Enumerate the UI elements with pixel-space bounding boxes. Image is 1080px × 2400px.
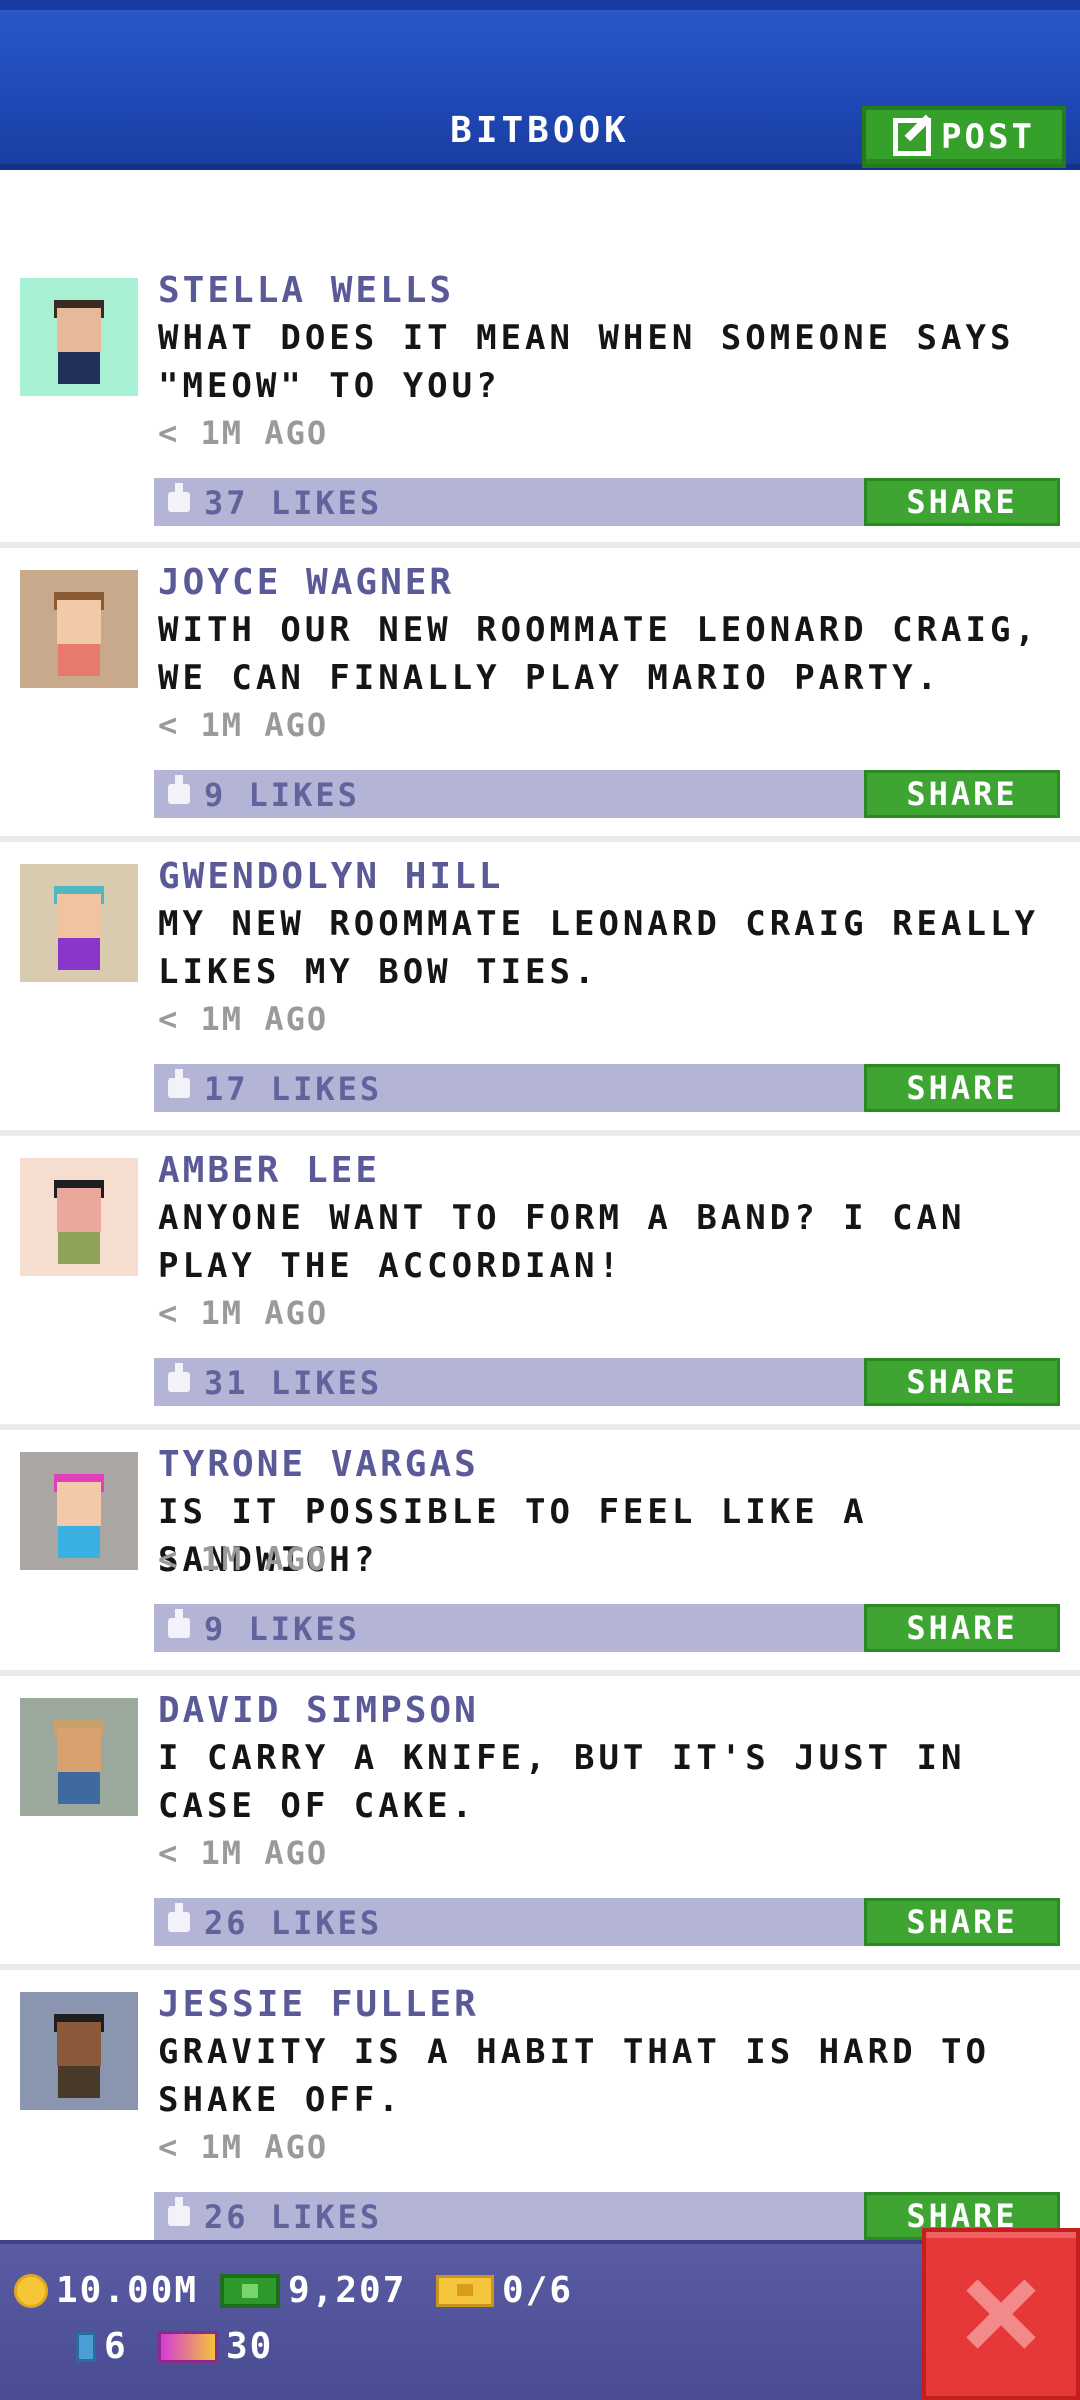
post-author[interactable]: DAVID SIMPSON — [158, 1690, 479, 1731]
share-button[interactable]: SHARE — [864, 1358, 1060, 1406]
likes-bar: 37 LIKES SHARE — [154, 478, 1060, 526]
edit-icon — [893, 118, 932, 156]
post-author[interactable]: TYRONE VARGAS — [158, 1444, 479, 1485]
close-icon — [966, 2279, 1036, 2349]
thumbs-up-icon — [168, 2197, 190, 2226]
vip-icon — [158, 2330, 218, 2363]
bux-value: 9,207 — [288, 2270, 407, 2311]
share-button[interactable]: SHARE — [864, 770, 1060, 818]
post-time: < 1M AGO — [158, 414, 329, 452]
post-author[interactable]: GWENDOLYN HILL — [158, 856, 503, 897]
feed-post: DAVID SIMPSON I CARRY A KNIFE, BUT IT'S … — [0, 1676, 1080, 1970]
coins-stat: 10.00M — [14, 2270, 198, 2311]
avatar — [20, 570, 138, 688]
close-button[interactable] — [922, 2228, 1080, 2400]
post-author[interactable]: STELLA WELLS — [158, 270, 454, 311]
feed-list[interactable]: STELLA WELLS WHAT DOES IT MEAN WHEN SOME… — [0, 170, 1080, 2240]
thumbs-up-icon — [168, 1363, 190, 1392]
likes-count: 9 LIKES — [204, 776, 360, 814]
post-button[interactable]: POST — [862, 106, 1066, 168]
share-button[interactable]: SHARE — [864, 1604, 1060, 1652]
vip-value: 30 — [226, 2326, 274, 2367]
post-message: ANYONE WANT TO FORM A BAND? I CAN PLAY T… — [158, 1198, 966, 1286]
feed-post: AMBER LEE ANYONE WANT TO FORM A BAND? I … — [0, 1136, 1080, 1430]
feed-post: JOYCE WAGNER WITH OUR NEW ROOMMATE LEONA… — [0, 548, 1080, 842]
post-message: MY NEW ROOMMATE LEONARD CRAIG REALLY LIK… — [158, 904, 1039, 992]
feed-post: JESSIE FULLER GRAVITY IS A HABIT THAT IS… — [0, 1970, 1080, 2240]
tickets-value: 0/6 — [502, 2270, 574, 2311]
feed-post: GWENDOLYN HILL MY NEW ROOMMATE LEONARD C… — [0, 842, 1080, 1136]
likes-bar: 31 LIKES SHARE — [154, 1358, 1060, 1406]
share-button[interactable]: SHARE — [864, 1898, 1060, 1946]
coin-icon — [14, 2273, 48, 2308]
likes-count: 9 LIKES — [204, 1610, 360, 1648]
likes-bar: 26 LIKES SHARE — [154, 1898, 1060, 1946]
post-message: GRAVITY IS A HABIT THAT IS HARD TO SHAKE… — [158, 2032, 990, 2120]
avatar — [20, 864, 138, 982]
post-time: < 1M AGO — [158, 2128, 329, 2166]
token-icon — [76, 2331, 96, 2362]
tokens-value: 6 — [104, 2326, 128, 2367]
bux-stat: 9,207 — [220, 2270, 406, 2311]
thumbs-up-icon — [168, 483, 190, 512]
likes-bar: 9 LIKES SHARE — [154, 770, 1060, 818]
likes-count: 17 LIKES — [204, 1070, 383, 1108]
post-author[interactable]: AMBER LEE — [158, 1150, 380, 1191]
thumbs-up-icon — [168, 1609, 190, 1638]
likes-count: 26 LIKES — [204, 1904, 383, 1942]
post-time: < 1M AGO — [158, 706, 329, 744]
thumbs-up-icon — [168, 775, 190, 804]
share-button[interactable]: SHARE — [864, 478, 1060, 526]
tickets-stat: 0/6 — [436, 2270, 573, 2311]
ticket-icon — [436, 2274, 494, 2307]
post-time: < 1M AGO — [158, 1000, 329, 1038]
coins-value: 10.00M — [56, 2270, 199, 2311]
post-button-label: POST — [941, 117, 1035, 157]
post-time: < 1M AGO — [158, 1294, 329, 1332]
post-message: WITH OUR NEW ROOMMATE LEONARD CRAIG, WE … — [158, 610, 1039, 698]
post-message: WHAT DOES IT MEAN WHEN SOMEONE SAYS "MEO… — [158, 318, 1015, 406]
avatar — [20, 1992, 138, 2110]
share-button[interactable]: SHARE — [864, 1064, 1060, 1112]
thumbs-up-icon — [168, 1069, 190, 1098]
avatar — [20, 1158, 138, 1276]
likes-bar: 17 LIKES SHARE — [154, 1064, 1060, 1112]
avatar — [20, 1452, 138, 1570]
post-time: < 1M AGO — [158, 1540, 329, 1578]
post-author[interactable]: JOYCE WAGNER — [158, 562, 454, 603]
status-bar: 10.00M 9,207 0/6 6 30 — [0, 2240, 1080, 2400]
bux-icon — [220, 2273, 280, 2308]
feed-post: STELLA WELLS WHAT DOES IT MEAN WHEN SOME… — [0, 170, 1080, 548]
vip-stat: 30 — [158, 2326, 273, 2367]
likes-bar: 9 LIKES SHARE — [154, 1604, 1060, 1652]
post-author[interactable]: JESSIE FULLER — [158, 1984, 479, 2025]
avatar — [20, 278, 138, 396]
likes-count: 26 LIKES — [204, 2198, 383, 2236]
app-header: BITBOOK POST — [0, 0, 1080, 170]
thumbs-up-icon — [168, 1903, 190, 1932]
post-time: < 1M AGO — [158, 1834, 329, 1872]
likes-count: 31 LIKES — [204, 1364, 383, 1402]
tokens-stat: 6 — [76, 2326, 128, 2367]
avatar — [20, 1698, 138, 1816]
post-message: I CARRY A KNIFE, BUT IT'S JUST IN CASE O… — [158, 1738, 966, 1826]
likes-count: 37 LIKES — [204, 484, 383, 522]
feed-post: TYRONE VARGAS IS IT POSSIBLE TO FEEL LIK… — [0, 1430, 1080, 1676]
